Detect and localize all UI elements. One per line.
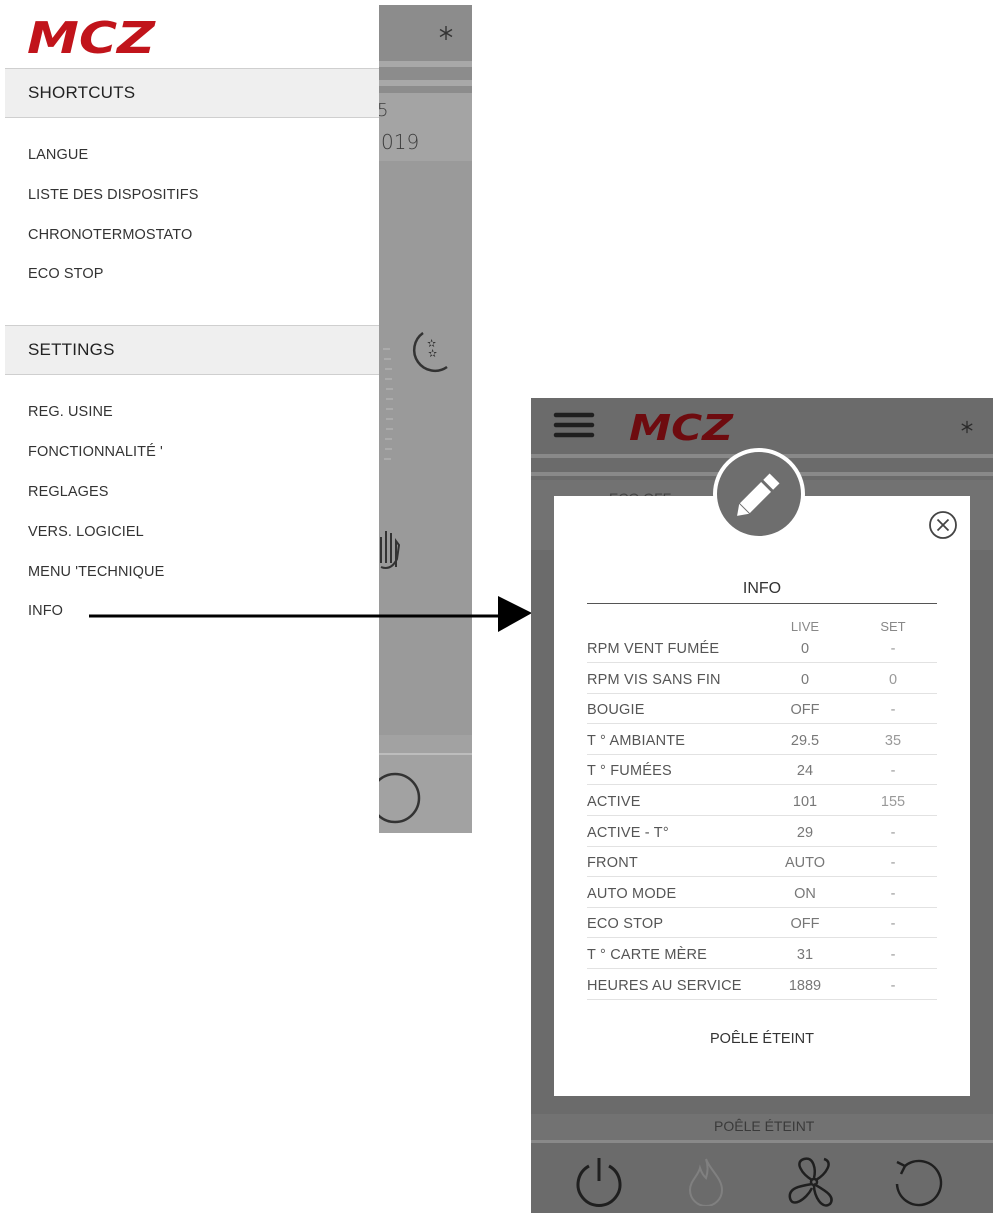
row-label: AUTO MODE bbox=[587, 885, 677, 902]
table-row: T ° CARTE MÈRE 31 - bbox=[587, 938, 937, 969]
row-live-value: 24 bbox=[796, 763, 814, 780]
row-live-value: OFF bbox=[790, 916, 820, 933]
row-live-value: 29 bbox=[796, 824, 814, 841]
row-set-value: - bbox=[890, 641, 896, 657]
row-label: HEURES AU SERVICE bbox=[587, 977, 742, 994]
row-live-value: AUTO bbox=[784, 855, 826, 872]
row-live-value: 0 bbox=[800, 641, 810, 657]
row-set-value: - bbox=[890, 824, 896, 841]
table-row: RPM VIS SANS FIN 0 0 bbox=[587, 663, 937, 694]
menu-item-chronothermostat[interactable]: CHRONOTERMOSTATO bbox=[28, 227, 192, 243]
table-row: RPM VENT FUMÉE 0 - bbox=[587, 632, 937, 663]
row-label: ACTIVE bbox=[587, 794, 641, 810]
dialog-title: INFO bbox=[742, 580, 782, 597]
pencil-icon bbox=[737, 473, 780, 516]
edit-badge bbox=[713, 448, 805, 540]
row-live-value: OFF bbox=[790, 702, 820, 719]
row-label: ACTIVE - T° bbox=[587, 824, 669, 841]
row-label: FRONT bbox=[587, 855, 638, 872]
row-label: T ° CARTE MÈRE bbox=[587, 947, 708, 963]
menu-item-eco-stop[interactable]: ECO STOP bbox=[28, 266, 103, 282]
close-icon[interactable] bbox=[928, 510, 958, 540]
table-row: ECO STOP OFF - bbox=[587, 907, 937, 939]
menu-item-software-version[interactable]: VERS. LOGICIEL bbox=[28, 524, 144, 540]
date-fragment: 019 bbox=[381, 130, 420, 154]
svg-text:✫: ✫ bbox=[428, 347, 437, 360]
row-label: T ° AMBIANTE bbox=[587, 732, 686, 749]
fan-icon[interactable] bbox=[786, 1156, 842, 1208]
mcz-logo: MCZ bbox=[27, 17, 156, 57]
side-drawer: MCZ SHORTCUTS LANGUE LISTE DES DISPOSITI… bbox=[5, 5, 379, 833]
row-live-value: 31 bbox=[796, 947, 814, 963]
moon-stars-icon: ✫ ✫ bbox=[413, 331, 448, 372]
menu-item-factory-reset[interactable]: REG. USINE bbox=[28, 404, 113, 420]
row-set-value: - bbox=[890, 702, 896, 719]
info-dialog-screenshot: MCZ ECO OFF POÊLE ÉTEINT bbox=[531, 398, 993, 1213]
table-row: ACTIVE - T° 29 - bbox=[587, 816, 937, 847]
row-label: BOUGIE bbox=[587, 702, 645, 719]
svg-text:MCZ: MCZ bbox=[629, 409, 734, 443]
row-set-value: - bbox=[890, 947, 896, 963]
hand-icon bbox=[380, 531, 401, 569]
row-live-value: 1889 bbox=[788, 977, 822, 994]
power-ring-icon bbox=[371, 772, 421, 824]
snowflake-icon bbox=[439, 26, 453, 40]
menu-item-reglages[interactable]: REGLAGES bbox=[28, 484, 109, 500]
hamburger-icon[interactable] bbox=[553, 412, 595, 438]
row-set-value: 155 bbox=[880, 794, 906, 810]
row-label: RPM VIS SANS FIN bbox=[587, 671, 721, 688]
footer-status-text: POÊLE ÉTEINT bbox=[714, 1118, 815, 1134]
menu-item-functionality[interactable]: FONCTIONNALITÉ ' bbox=[28, 444, 163, 460]
table-row: T ° FUMÉES 24 - bbox=[587, 754, 937, 786]
side-menu-screenshot: 5 019 ✫ ✫ MCZ SHORTCUTS LANGUE LISTE DES bbox=[5, 5, 472, 833]
refresh-icon[interactable] bbox=[891, 1156, 945, 1208]
row-label: T ° FUMÉES bbox=[587, 763, 672, 780]
row-live-value: 101 bbox=[792, 794, 818, 810]
title-rule bbox=[587, 603, 937, 604]
row-set-value: 0 bbox=[888, 671, 898, 688]
row-set-value: - bbox=[890, 977, 896, 994]
mcz-logo-dim: MCZ bbox=[629, 409, 734, 443]
menu-item-info[interactable]: INFO bbox=[28, 603, 63, 619]
row-set-value: - bbox=[890, 855, 896, 872]
table-row: AUTO MODE ON - bbox=[587, 877, 937, 908]
snowflake-icon bbox=[961, 420, 973, 434]
settings-header-label: SETTINGS bbox=[28, 340, 115, 359]
table-row: BOUGIE OFF - bbox=[587, 693, 937, 725]
shortcuts-header: SHORTCUTS bbox=[5, 68, 379, 118]
row-set-value: - bbox=[890, 763, 896, 780]
flame-icon[interactable] bbox=[686, 1156, 726, 1206]
row-live-value: 29.5 bbox=[790, 732, 820, 749]
dialog-status: POÊLE ÉTEINT bbox=[710, 1031, 814, 1047]
footer-band bbox=[531, 1140, 993, 1143]
row-set-value: - bbox=[890, 916, 896, 933]
row-live-value: 0 bbox=[800, 671, 810, 688]
svg-text:MCZ: MCZ bbox=[27, 17, 156, 57]
row-label: ECO STOP bbox=[587, 916, 664, 933]
table-row: T ° AMBIANTE 29.5 35 bbox=[587, 724, 937, 755]
dial-ticks bbox=[383, 348, 393, 460]
menu-item-device-list[interactable]: LISTE DES DISPOSITIFS bbox=[28, 187, 199, 203]
row-live-value: ON bbox=[794, 885, 816, 902]
power-icon[interactable] bbox=[572, 1154, 626, 1208]
shortcuts-header-label: SHORTCUTS bbox=[28, 83, 136, 102]
row-set-value: 35 bbox=[884, 732, 902, 749]
table-row: ACTIVE 101 155 bbox=[587, 785, 937, 816]
menu-item-langue[interactable]: LANGUE bbox=[28, 147, 88, 163]
row-set-value: - bbox=[890, 885, 896, 902]
info-dialog: INFO LIVE SET RPM VENT FUMÉE 0- RPM VIS SA… bbox=[554, 496, 970, 1096]
menu-item-technical-menu[interactable]: MENU 'TECHNIQUE bbox=[28, 564, 164, 580]
row-label: RPM VENT FUMÉE bbox=[587, 641, 720, 657]
settings-header: SETTINGS bbox=[5, 325, 379, 375]
table-row: FRONT AUTO - bbox=[587, 846, 937, 878]
close-button[interactable] bbox=[928, 510, 958, 544]
table-row: HEURES AU SERVICE 1889 - bbox=[587, 969, 937, 1000]
